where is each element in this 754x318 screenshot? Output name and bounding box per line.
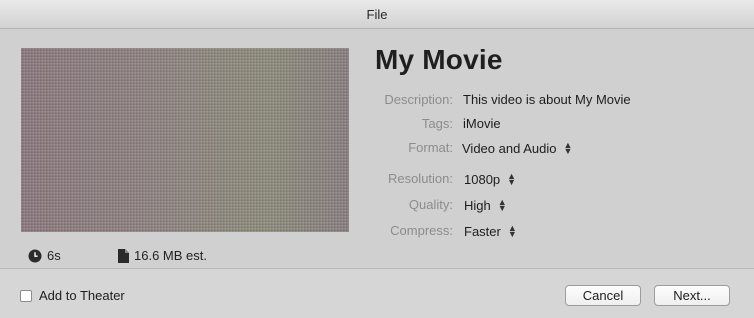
- quality-popup[interactable]: High ▲ ▼: [464, 195, 507, 215]
- popup-arrows-icon: ▲ ▼: [507, 224, 517, 239]
- tags-field[interactable]: iMovie: [463, 116, 501, 131]
- document-icon: [118, 248, 129, 263]
- share-file-dialog: File 6s 16.6 MB est. My Movie Descriptio…: [0, 0, 754, 318]
- description-row: Description: This video is about My Movi…: [340, 90, 740, 110]
- movie-thumbnail: [21, 48, 349, 232]
- duration-value: 6s: [47, 248, 61, 263]
- format-label: Format:: [408, 140, 453, 155]
- arrow-down-icon: ▼: [563, 146, 573, 156]
- resolution-label: Resolution:: [387, 171, 453, 186]
- popup-arrows-icon: ▲ ▼: [497, 198, 507, 213]
- arrow-down-icon: ▼: [497, 203, 507, 213]
- compress-label: Compress:: [390, 223, 453, 238]
- dialog-footer: Add to Theater Cancel Next...: [0, 270, 754, 318]
- add-to-theater-checkbox[interactable]: [20, 289, 32, 302]
- add-to-theater-label: Add to Theater: [39, 288, 125, 303]
- compress-value: Faster: [464, 223, 501, 239]
- window-title: File: [366, 7, 388, 22]
- compress-popup[interactable]: Faster ▲ ▼: [464, 221, 517, 241]
- next-button[interactable]: Next...: [654, 285, 730, 306]
- description-label: Description:: [384, 92, 453, 107]
- file-size-value: 16.6 MB est.: [134, 248, 207, 263]
- description-field[interactable]: This video is about My Movie: [463, 92, 631, 107]
- resolution-popup[interactable]: 1080p ▲ ▼: [464, 169, 516, 189]
- resolution-value: 1080p: [464, 171, 501, 187]
- popup-arrows-icon: ▲ ▼: [563, 141, 573, 156]
- quality-row: Quality: High ▲ ▼: [340, 195, 740, 215]
- arrow-down-icon: ▼: [507, 229, 517, 239]
- tags-row: Tags: iMovie: [340, 114, 740, 134]
- file-size-info: 16.6 MB est.: [118, 248, 207, 263]
- clock-icon: [28, 249, 42, 262]
- compress-row: Compress: Faster ▲ ▼: [340, 221, 740, 241]
- quality-label: Quality:: [408, 197, 453, 212]
- movie-title[interactable]: My Movie: [375, 44, 503, 76]
- arrow-down-icon: ▼: [507, 177, 517, 187]
- format-row: Format: Video and Audio ▲ ▼: [340, 138, 740, 158]
- cancel-button[interactable]: Cancel: [565, 285, 641, 306]
- resolution-row: Resolution: 1080p ▲ ▼: [340, 169, 740, 189]
- format-value: Video and Audio: [462, 140, 557, 156]
- duration-info: 6s: [28, 248, 61, 263]
- popup-arrows-icon: ▲ ▼: [507, 172, 517, 187]
- add-to-theater-option[interactable]: Add to Theater: [20, 288, 125, 303]
- settings-panel: 6s 16.6 MB est. My Movie Description: Th…: [0, 29, 754, 269]
- tags-label: Tags:: [421, 116, 453, 131]
- quality-value: High: [464, 197, 491, 213]
- title-bar: File: [0, 0, 754, 29]
- format-popup[interactable]: Video and Audio ▲ ▼: [462, 138, 572, 158]
